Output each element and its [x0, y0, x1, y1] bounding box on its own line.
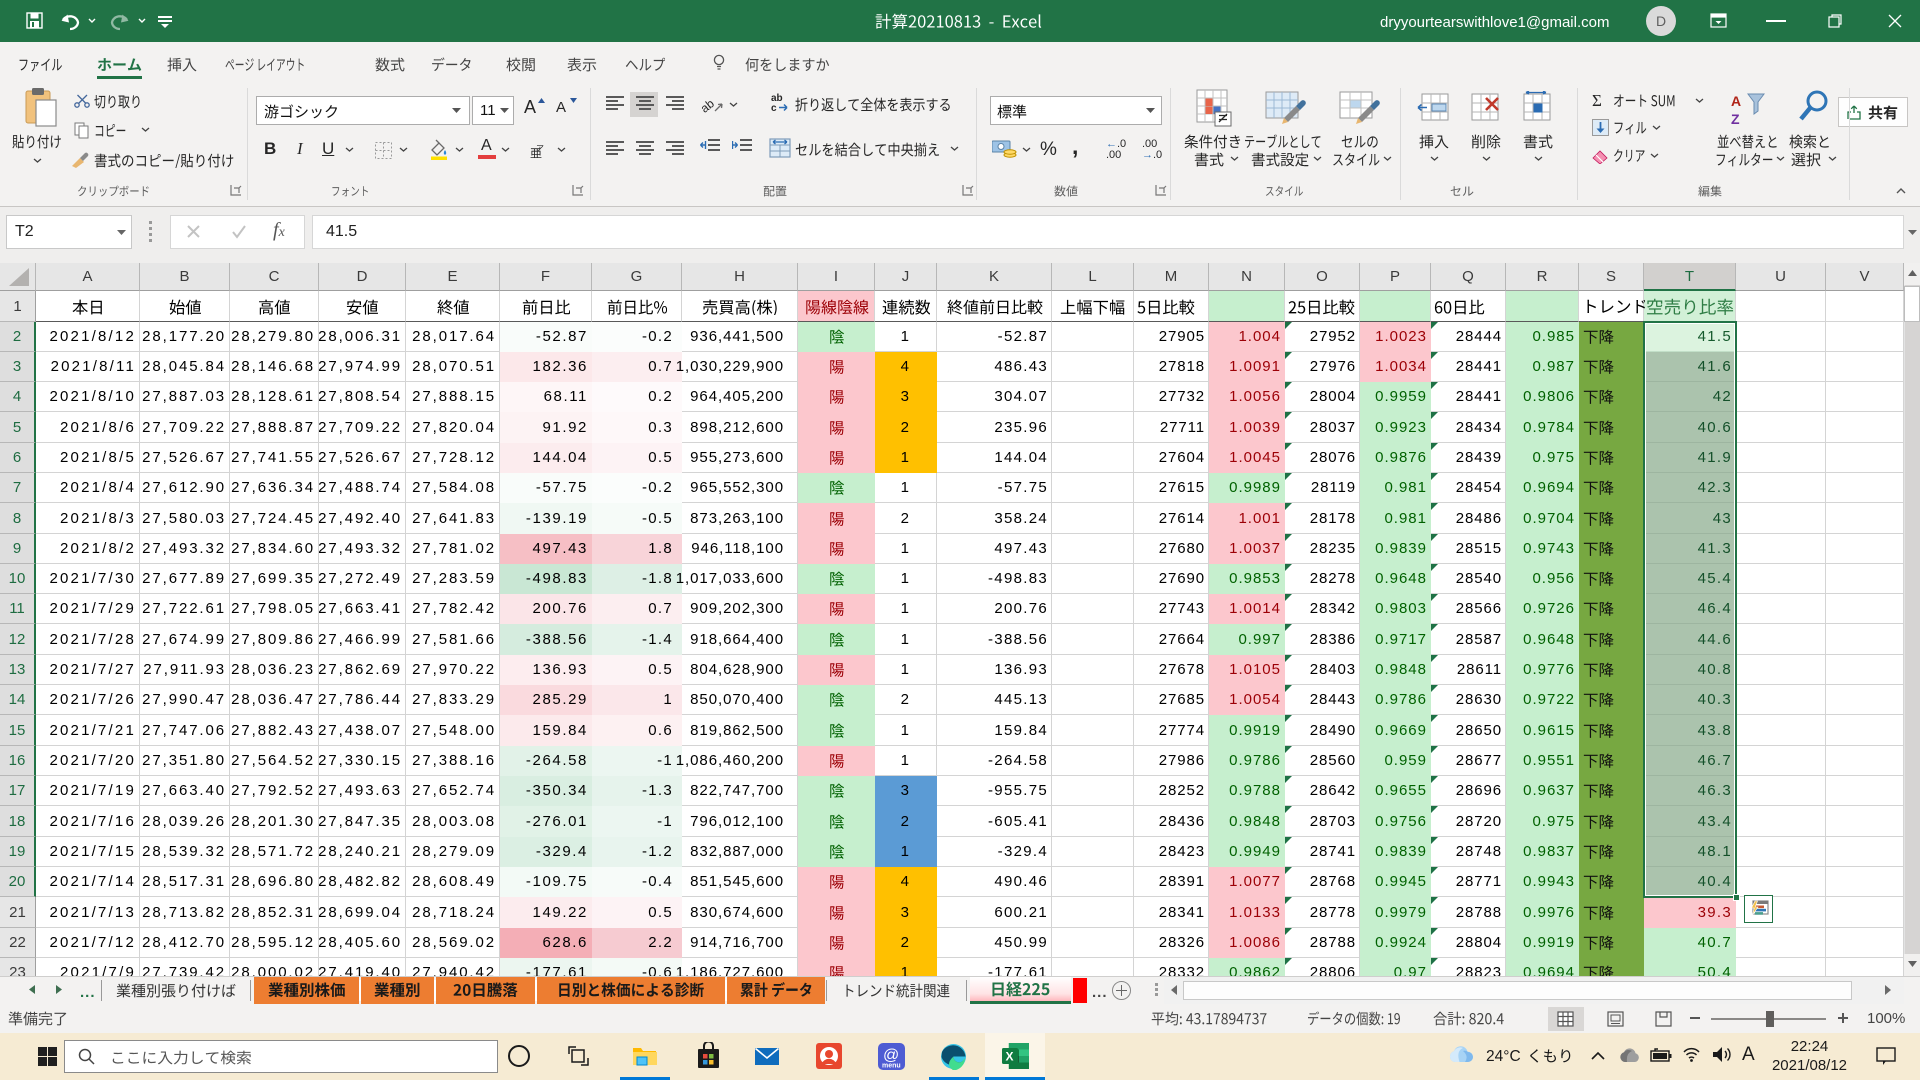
svg-text:menu: menu: [882, 1063, 901, 1070]
svg-text:A: A: [1731, 93, 1741, 109]
svg-text:Z: Z: [1731, 111, 1740, 127]
svg-text:@: @: [883, 1047, 899, 1064]
svg-text:c: c: [771, 103, 777, 113]
svg-text:ab: ab: [700, 96, 717, 115]
svg-text:X: X: [1006, 1050, 1014, 1064]
